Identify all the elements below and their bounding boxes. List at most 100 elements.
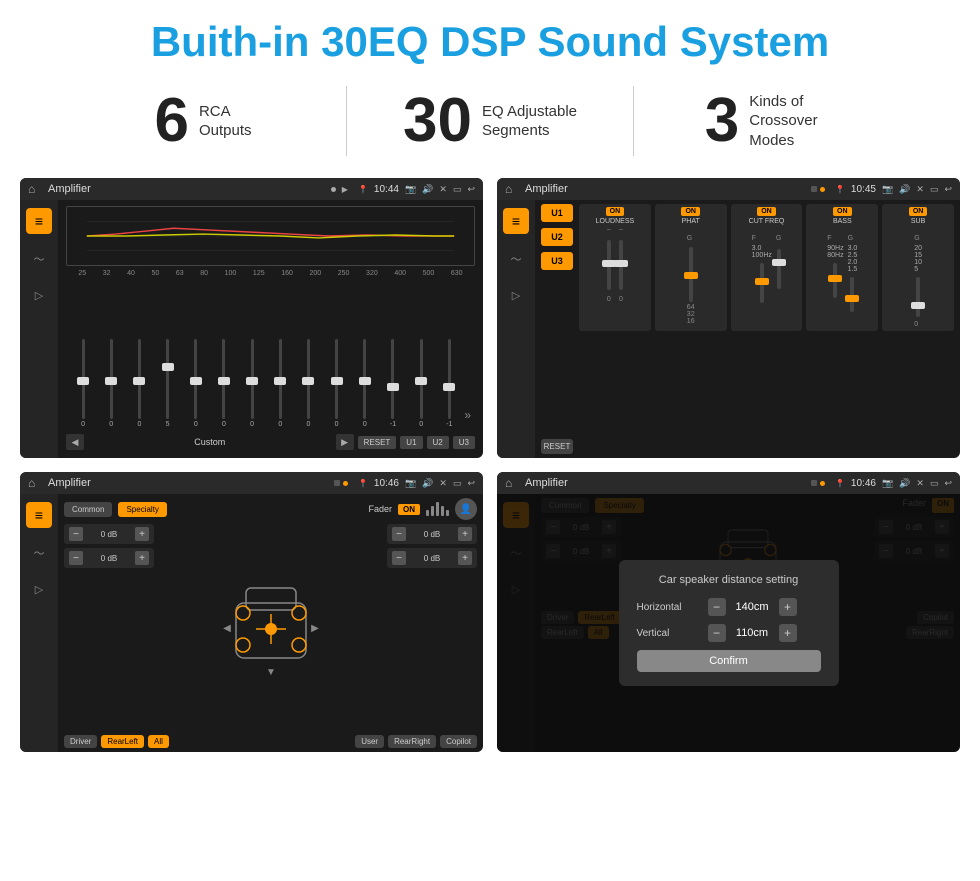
sub-label: SUB	[911, 218, 925, 225]
eq-freq-labels: 25 32 40 50 63 80 100 125 160 200 250 32…	[66, 270, 475, 277]
dot-4b	[820, 481, 825, 486]
plus-btn-1[interactable]: +	[135, 527, 149, 541]
eq-slider-7: 0	[267, 339, 293, 428]
dialog-vertical-value: 110cm	[730, 627, 775, 639]
eq-sliders-row: 0 0 0 5 0	[66, 281, 475, 428]
sidebar-wave-icon[interactable]: 〜	[28, 248, 50, 270]
app-name-1: Amplifier	[48, 183, 325, 195]
cam-icon-4: 📷	[882, 478, 893, 489]
back-icon-1: ↩	[467, 184, 475, 195]
sidebar-2: ≡ 〜 ▷	[497, 200, 535, 458]
dot-4a	[811, 480, 817, 486]
minus-btn-2[interactable]: −	[69, 551, 83, 565]
eq-slider-9: 0	[324, 339, 350, 428]
db-row-2: − 0 dB +	[64, 548, 154, 568]
car-diagram-svg: ▼ ◀ ▶	[221, 573, 321, 683]
cross-body: − 0 dB + − 0 dB +	[64, 524, 477, 731]
u1-preset-btn[interactable]: U1	[541, 204, 573, 222]
time-2: 10:45	[851, 184, 876, 195]
eq-slider-13: -1	[436, 339, 462, 428]
stat-eq: 30 EQ AdjustableSegments	[347, 90, 633, 152]
dialog-horizontal-minus[interactable]: −	[708, 598, 726, 616]
dialog-horizontal-plus[interactable]: +	[779, 598, 797, 616]
rearleft-btn[interactable]: RearLeft	[101, 735, 144, 748]
dialog-box: Car speaker distance setting Horizontal …	[619, 560, 839, 686]
eq-curve-svg	[67, 207, 474, 265]
confirm-button[interactable]: Confirm	[637, 650, 821, 672]
sidebar-eq-icon-3[interactable]: ≡	[26, 502, 52, 528]
min-icon-1: ▭	[453, 184, 462, 195]
eq-u2-btn[interactable]: U2	[427, 436, 449, 449]
stat-number-rca: 6	[154, 90, 188, 152]
db-value-3: 0 dB	[410, 530, 454, 539]
location-icon-3: 📍	[358, 479, 368, 488]
amp-reset-btn[interactable]: RESET	[541, 439, 573, 454]
amp-main: U1 U2 U3 RESET ON LOUDNESS ~	[535, 200, 960, 458]
car-diagram-container: ▼ ◀ ▶	[160, 524, 381, 731]
svg-text:▶: ▶	[311, 623, 319, 634]
eq-prev-btn[interactable]: ◀	[66, 434, 84, 450]
sidebar-wave-icon-3[interactable]: 〜	[28, 542, 50, 564]
minus-btn-3[interactable]: −	[392, 527, 406, 541]
plus-btn-4[interactable]: +	[458, 551, 472, 565]
sidebar-wave-icon-2[interactable]: 〜	[505, 248, 527, 270]
home-icon-1: ⌂	[28, 182, 42, 196]
location-icon-2: 📍	[835, 185, 845, 194]
status-bar-2: ⌂ Amplifier 📍 10:45 📷 🔊 ✕ ▭ ↩	[497, 178, 960, 200]
minus-btn-1[interactable]: −	[69, 527, 83, 541]
eq-u3-btn[interactable]: U3	[453, 436, 475, 449]
fader-bars	[426, 502, 449, 516]
sidebar-vol-icon-2[interactable]: ▷	[505, 284, 527, 306]
close-icon-1: ✕	[439, 184, 447, 195]
sidebar-eq-icon-2[interactable]: ≡	[503, 208, 529, 234]
time-1: 10:44	[374, 184, 399, 195]
eq-reset-btn[interactable]: RESET	[358, 436, 397, 449]
dialog-horizontal-label: Horizontal	[637, 602, 702, 613]
dialog-vertical-label: Vertical	[637, 628, 702, 639]
dialog-overlay: Car speaker distance setting Horizontal …	[497, 494, 960, 752]
stat-crossover: 3 Kinds ofCrossover Modes	[634, 90, 920, 152]
eq-slider-1: 0	[98, 339, 124, 428]
min-icon-3: ▭	[453, 478, 462, 489]
bass-on: ON	[833, 207, 852, 216]
eq-u1-btn[interactable]: U1	[400, 436, 422, 449]
dialog-vertical-minus[interactable]: −	[708, 624, 726, 642]
sidebar-vol-icon-3[interactable]: ▷	[28, 578, 50, 600]
time-4: 10:46	[851, 478, 876, 489]
u3-preset-btn[interactable]: U3	[541, 252, 573, 270]
vol-icon-4: 🔊	[899, 478, 910, 489]
user-btn[interactable]: User	[355, 735, 384, 748]
phat-module: ON PHAT G 64 32 16	[655, 204, 727, 331]
common-tab[interactable]: Common	[64, 502, 112, 517]
plus-btn-2[interactable]: +	[135, 551, 149, 565]
stat-rca: 6 RCAOutputs	[60, 90, 346, 152]
stat-label-crossover: Kinds ofCrossover Modes	[749, 92, 849, 151]
dot-3b	[343, 481, 348, 486]
stat-number-crossover: 3	[705, 90, 739, 152]
eq-more-icon: »	[464, 408, 471, 428]
sidebar-vol-icon[interactable]: ▷	[28, 284, 50, 306]
all-btn[interactable]: All	[148, 735, 169, 748]
screen2-content: ≡ 〜 ▷ U1 U2 U3 RESET ON LOUDNESS	[497, 200, 960, 458]
copilot-btn[interactable]: Copilot	[440, 735, 477, 748]
stats-row: 6 RCAOutputs 30 EQ AdjustableSegments 3 …	[0, 76, 980, 172]
sidebar-1: ≡ 〜 ▷	[20, 200, 58, 458]
eq-play-btn[interactable]: ▶	[336, 434, 354, 450]
fader-label: Fader	[368, 504, 392, 514]
eq-slider-11: -1	[380, 339, 406, 428]
eq-bottom-row: ◀ Custom ▶ RESET U1 U2 U3	[66, 432, 475, 452]
location-icon-4: 📍	[835, 479, 845, 488]
rearright-btn[interactable]: RearRight	[388, 735, 436, 748]
dialog-vertical-plus[interactable]: +	[779, 624, 797, 642]
page-title: Buith-in 30EQ DSP Sound System	[0, 0, 980, 76]
screen-eq: ⌂ Amplifier ▶ 📍 10:44 📷 🔊 ✕ ▭ ↩ ≡ 〜 ▷	[20, 178, 483, 458]
u2-preset-btn[interactable]: U2	[541, 228, 573, 246]
sidebar-eq-icon[interactable]: ≡	[26, 208, 52, 234]
sub-on: ON	[909, 207, 928, 216]
minus-btn-4[interactable]: −	[392, 551, 406, 565]
plus-btn-3[interactable]: +	[458, 527, 472, 541]
specialty-tab[interactable]: Specialty	[118, 502, 166, 517]
stat-label-rca: RCAOutputs	[199, 102, 252, 141]
eq-slider-12: 0	[408, 339, 434, 428]
driver-btn[interactable]: Driver	[64, 735, 97, 748]
